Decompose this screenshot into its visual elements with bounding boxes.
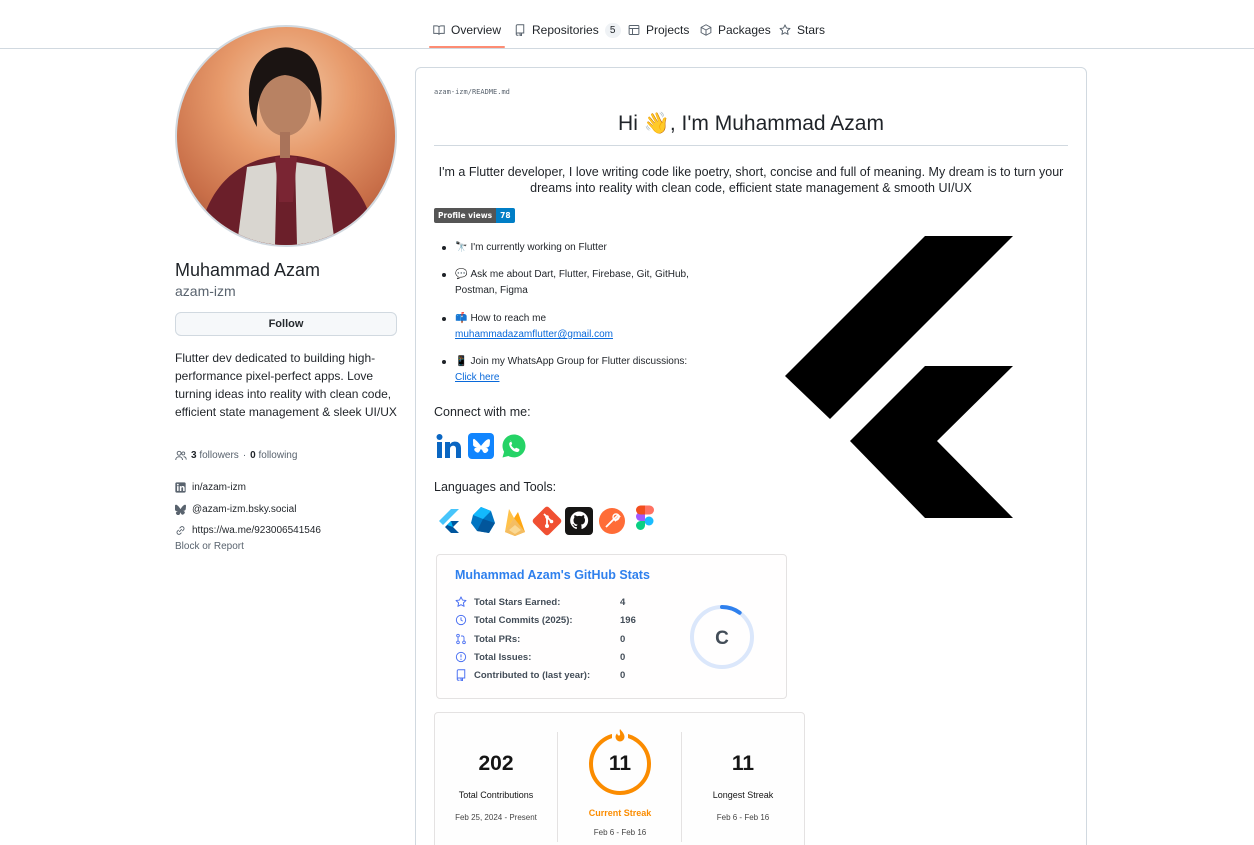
email-link[interactable]: muhammadazamflutter@gmail.com [455,329,613,340]
tab-label: Repositories [532,23,599,37]
divider [681,732,682,842]
stat-row-prs: Total PRs: 0 [455,632,655,646]
readme-intro: I'm a Flutter developer, I love writing … [438,165,1064,195]
follow-counts: 3 followers · 0 following [175,450,297,461]
stat-row-issues: Total Issues: 0 [455,650,655,664]
package-icon [700,24,712,36]
whatsapp-icon[interactable] [501,433,527,459]
avatar-portrait [197,47,377,245]
rank-circle: C [690,605,754,669]
block-or-report-link[interactable]: Block or Report [175,541,244,552]
tab-overview[interactable]: Overview [428,18,506,48]
rank-letter: C [715,628,729,649]
dart-icon[interactable] [467,505,497,537]
profile-name: Muhammad Azam [175,260,321,280]
list-item: 🔭 I'm currently working on Flutter [442,240,715,256]
flutter-logo-image [785,236,1013,518]
stat-row-commits: Total Commits (2025): 196 [455,613,655,627]
avatar[interactable] [175,25,397,247]
profile-views-badge: Profile views 78 [434,208,515,223]
readme-path: azam-izm/README.md [434,88,510,96]
tab-label: Packages [718,23,771,37]
social-link-website[interactable]: https://wa.me/923006541546 [175,525,321,536]
tab-label: Projects [646,23,690,37]
total-contributions-range: Feb 25, 2024 - Present [455,813,537,822]
whatsapp-group-link[interactable]: Click here [455,372,499,383]
star-icon [455,596,467,607]
follow-button[interactable]: Follow [175,312,397,336]
social-link-linkedin[interactable]: in/azam-izm [175,482,246,493]
profile-login: azam-izm [175,283,236,299]
mailbox-icon: 📫 [455,313,468,324]
book-icon [433,25,445,36]
postman-icon[interactable] [597,505,627,537]
history-icon [455,614,467,626]
pull-request-icon [456,633,466,645]
tab-label: Stars [797,23,826,37]
divider [557,732,558,842]
telescope-icon: 🔭 [455,242,468,253]
readme-owner-link[interactable]: azam-izm [434,88,468,96]
stat-row-stars: Total Stars Earned: 4 [455,595,655,609]
bluesky-icon [175,504,186,515]
total-contributions-value: 202 [478,752,514,775]
wave-emoji: 👋 [643,112,670,135]
tab-packages[interactable]: Packages [700,18,771,42]
tools-heading: Languages and Tools: [434,480,557,494]
tab-stars[interactable]: Stars [779,18,825,42]
link-icon [176,526,185,535]
list-item: 📫 How to reach me muhammadazamflutter@gma… [442,311,715,343]
readme-heading: Hi 👋, I'm Muhammad Azam [434,112,1068,146]
following-link[interactable]: 0 following [250,450,297,461]
tab-repositories[interactable]: Repositories 5 [514,18,621,42]
stat-row-contributed: Contributed to (last year): 0 [455,668,655,682]
list-item: 📱 Join my WhatsApp Group for Flutter disc… [442,354,715,386]
readme-file-link[interactable]: README.md [472,88,510,96]
stats-title: Muhammad Azam's GitHub Stats [455,568,650,582]
speech-bubble-icon: 💬 [455,269,468,280]
tab-label: Overview [451,23,502,37]
star-icon [779,24,791,35]
firebase-icon[interactable] [500,505,530,537]
profile-tab-nav: Overview Repositories 5 Projects Package… [0,0,1254,49]
current-streak-label: Current Streak [588,808,652,818]
connect-heading: Connect with me: [434,405,531,419]
longest-streak-range: Feb 6 - Feb 16 [716,813,770,822]
separator-dot: · [242,450,247,461]
figma-icon[interactable] [630,505,660,537]
table-icon [628,25,640,35]
tab-projects[interactable]: Projects [628,18,689,42]
current-streak-range: Feb 6 - Feb 16 [593,828,647,837]
repo-icon [515,24,525,36]
linkedin-icon[interactable] [436,433,462,459]
issue-icon [455,651,467,663]
bluesky-icon[interactable] [468,433,494,459]
longest-streak-value: 11 [731,752,755,775]
total-contributions-label: Total Contributions [458,790,534,800]
list-item: 💬 Ask me about Dart, Flutter, Firebase, G… [442,267,715,299]
followers-link[interactable]: 3 followers [191,450,239,461]
profile-bio: Flutter dev dedicated to building high-p… [175,351,397,419]
social-link-bluesky[interactable]: @azam-izm.bsky.social [175,504,296,515]
repo-icon [456,669,466,681]
current-streak-value: 11 [608,752,632,775]
mobile-phone-icon: 📱 [455,356,468,367]
longest-streak-label: Longest Streak [712,790,774,800]
linkedin-icon [175,482,186,493]
people-icon [175,450,187,461]
github-icon[interactable] [564,505,594,537]
flutter-icon[interactable] [435,505,465,537]
repo-count-badge: 5 [604,22,621,38]
git-icon[interactable] [532,505,562,537]
